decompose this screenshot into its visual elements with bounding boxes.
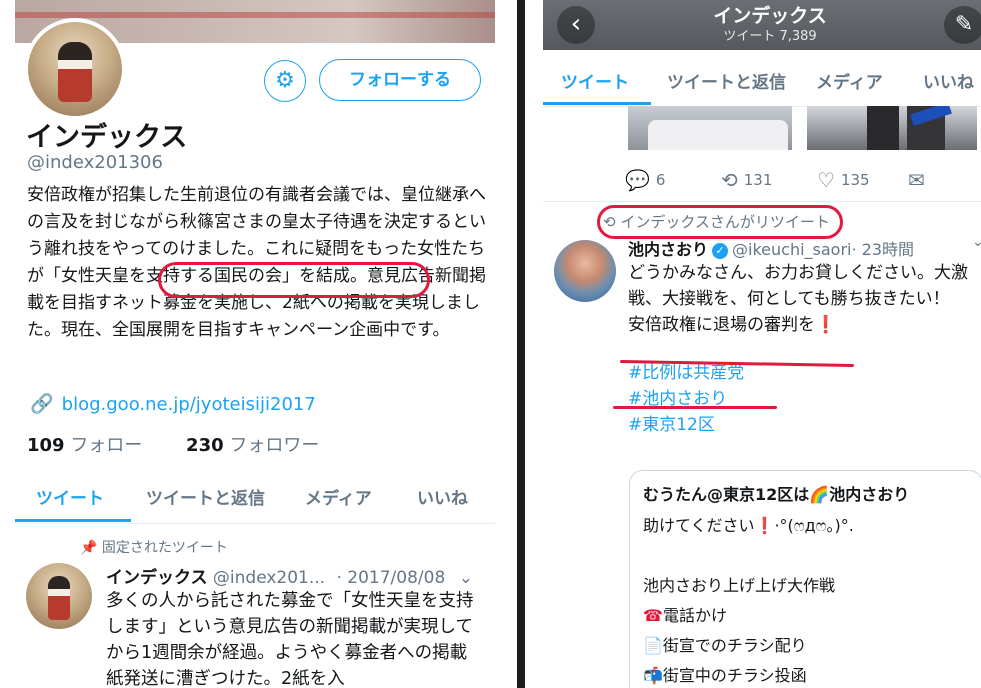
like-count: 135 <box>840 171 870 189</box>
verified-icon: ✓ <box>712 243 729 259</box>
back-arrow-icon[interactable]: ‹ <box>557 6 595 44</box>
envelope-icon: ✉ <box>908 168 925 192</box>
tweet-photo[interactable] <box>628 106 792 150</box>
profile-link[interactable]: 🔗 blog.goo.ne.jp/jyoteisiji2017 <box>30 392 316 415</box>
following-count: 109 <box>27 435 65 456</box>
header-tweet-count: ツイート 7,389 <box>723 29 817 44</box>
profile-tabs: ツイート ツイートと返信 メディア いいね <box>543 50 981 107</box>
exclamation-emoji: ❗ <box>754 516 775 535</box>
tweet-date: · 2017/08/08 <box>336 568 446 588</box>
reply-icon: 💬 <box>625 168 650 192</box>
panel-divider <box>517 0 525 688</box>
profile-name: インデックス <box>26 122 188 153</box>
retweet-icon: ⟲ <box>721 168 738 192</box>
tweet-author-handle: @index201... <box>212 568 326 588</box>
tweet-line: 安倍政権に退場の審判を <box>628 315 815 335</box>
avatar[interactable] <box>26 563 92 629</box>
annotation-underline <box>613 406 777 409</box>
tweet-header: 池内さおり ✓ @ikeuchi_saori· 23時間 <box>628 236 914 260</box>
avatar[interactable] <box>24 18 126 120</box>
tweet-author-name[interactable]: インデックス <box>106 568 208 588</box>
avatar[interactable] <box>554 240 616 302</box>
quoted-tweet-author: むうたん@東京12区は🌈池内さおり <box>643 481 909 505</box>
quoted-author-suffix: 池内さおり <box>829 485 910 504</box>
quote-line: 電話かけ <box>662 606 727 625</box>
tweet-photo[interactable] <box>807 106 977 150</box>
tab-tweets-replies[interactable]: ツイートと返信 <box>667 68 786 93</box>
quote-line: 助けてください <box>643 516 755 535</box>
quote-line: 街宣でのチラシ配り <box>662 636 807 655</box>
link-icon: 🔗 <box>30 393 54 415</box>
quote-line: 街宣中のチラシ投函 <box>662 666 807 685</box>
tab-tweets-replies[interactable]: ツイートと返信 <box>146 484 265 509</box>
telephone-emoji: ☎ <box>643 606 663 625</box>
header-title: インデックス <box>713 5 827 27</box>
document-emoji: 📄 <box>643 636 663 655</box>
divider <box>543 201 981 202</box>
heart-icon: ♡ <box>817 168 835 192</box>
tab-likes[interactable]: いいね <box>417 484 468 509</box>
rainbow-emoji: 🌈 <box>809 485 830 504</box>
tweet-author-handle: @ikeuchi_saori <box>732 240 852 259</box>
active-tab-indicator <box>543 102 651 105</box>
tab-tweets[interactable]: ツイート <box>561 68 629 93</box>
quoted-author-prefix: むうたん@東京12区は <box>643 485 810 504</box>
right-timeline-panel: ‹ インデックス ツイート 7,389 ✎ ツイート ツイートと返信 メディア … <box>525 0 981 688</box>
hashtag-link[interactable]: #東京12区 <box>628 412 978 438</box>
tab-media[interactable]: メディア <box>305 484 372 509</box>
retweet-button[interactable]: ⟲ 131 <box>721 168 772 192</box>
chevron-down-icon[interactable]: ⌄ <box>972 234 981 250</box>
gear-icon[interactable]: ⚙ <box>264 60 306 102</box>
reply-count: 6 <box>655 171 666 189</box>
followers-count: 230 <box>186 435 224 456</box>
annotation-circle <box>597 205 843 239</box>
left-profile-panel: ⚙ フォローする インデックス @index201306 安倍政権が招集した生前… <box>0 0 517 688</box>
tab-likes[interactable]: いいね <box>923 68 974 93</box>
tweet-time: · 23時間 <box>851 240 915 259</box>
quote-line: 池内さおり上げ上げ大作戦 <box>643 576 836 595</box>
following-stat[interactable]: 109 フォロー <box>27 435 142 456</box>
mailbox-emoji: 📬 <box>643 666 663 685</box>
tab-media[interactable]: メディア <box>816 68 883 93</box>
follow-button[interactable]: フォローする <box>319 59 481 101</box>
quoted-tweet-text: 助けてください❗·°(ෆдෆ。)°. 池内さおり上げ上げ大作戦 ☎電話かけ 📄街… <box>643 511 973 688</box>
dm-button[interactable]: ✉ <box>908 168 931 192</box>
pinned-label-text: 固定されたツイート <box>101 540 228 556</box>
tweet-header: インデックス @index201... · 2017/08/08 ⌄ <box>106 563 473 588</box>
profile-stats: 109 フォロー 230 フォロワー <box>27 431 319 457</box>
reply-button[interactable]: 💬 6 <box>625 168 665 192</box>
tweet-line: どうかみなさん、お力お貸しください。大激戦、大接戦を、何としても勝ち抜きたい！ <box>628 263 968 309</box>
chevron-down-icon[interactable]: ⌄ <box>459 568 473 588</box>
exclamation-emoji: ❗ <box>815 315 837 335</box>
profile-link-text: blog.goo.ne.jp/jyoteisiji2017 <box>61 394 316 415</box>
followers-label: フォロワー <box>229 435 320 456</box>
active-tab-indicator <box>15 519 131 522</box>
followers-stat[interactable]: 230 フォロワー <box>186 435 319 456</box>
pinned-label: 📌 固定されたツイート <box>80 537 228 557</box>
tweet-author-name[interactable]: 池内さおり <box>628 240 708 259</box>
profile-handle: @index201306 <box>27 152 163 173</box>
kaomoji: ·°(ෆдෆ。)°. <box>774 516 854 535</box>
annotation-circle <box>158 262 430 298</box>
compose-icon[interactable]: ✎ <box>944 6 981 44</box>
following-label: フォロー <box>70 435 143 456</box>
profile-tabs: ツイート ツイートと返信 メディア いいね <box>15 470 495 524</box>
tab-tweets[interactable]: ツイート <box>36 484 104 509</box>
tweet-text: 多くの人から託された募金で「女性天皇を支持します」という意見広告の新聞掲載が実現… <box>106 591 474 688</box>
retweet-count: 131 <box>743 171 773 189</box>
pin-icon: 📌 <box>80 540 102 556</box>
tweet-text: どうかみなさん、お力お貸しください。大激戦、大接戦を、何としても勝ち抜きたい！ … <box>628 260 978 438</box>
like-button[interactable]: ♡ 135 <box>817 168 870 192</box>
